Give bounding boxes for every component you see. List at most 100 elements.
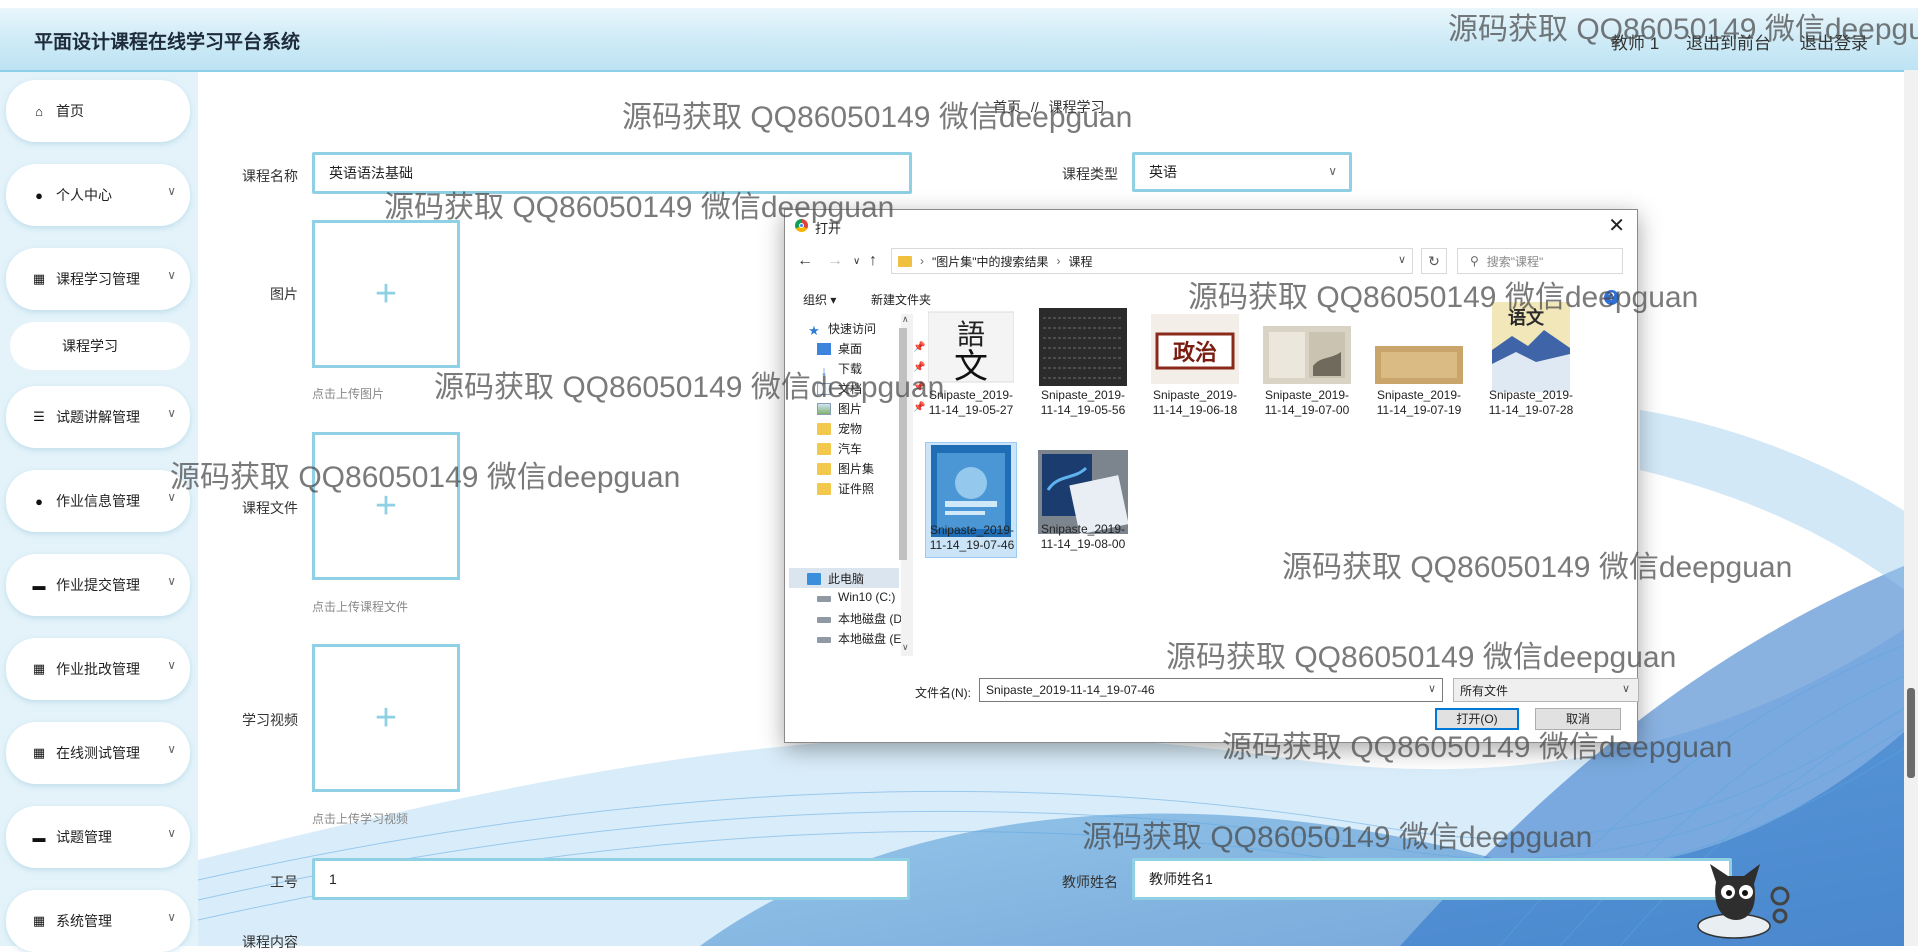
top-header: 平面设计课程在线学习平台系统 教师 1 退出到前台 退出登录 [0,8,1918,72]
nav-folder-pets[interactable]: 宠物 [817,420,862,437]
sidebar-item-personal-center[interactable]: ● 个人中心 ∨ [6,164,190,226]
file-item[interactable]: Snipaste_2019- 11-14_19-05-56 [1037,308,1129,418]
back-to-front-link[interactable]: 退出到前台 [1686,29,1771,54]
image-upload-box[interactable]: + [312,220,460,368]
mascot-cat-icon [1697,864,1790,939]
chevron-down-icon: ∨ [167,574,176,588]
job-no-input[interactable]: 1 [312,858,910,900]
dialog-titlebar: 打开 ✕ [785,210,1637,240]
sidebar-item-label: 作业信息管理 [56,493,140,509]
nav-folder-gallery[interactable]: 图片集 [817,460,874,477]
close-icon[interactable]: ✕ [1608,213,1625,238]
pin-icon: 📌 [913,342,926,353]
sidebar-item-label: 课程学习管理 [56,271,140,287]
nav-pictures[interactable]: 图片 [817,400,862,417]
filename-label: 文件名(N): [915,686,971,700]
file-item[interactable]: 語 文 Snipaste_2019- 11-14_19-05-27 [925,308,1017,418]
nav-this-pc[interactable]: 此电脑 [807,570,864,587]
sidebar-item-label: 作业提交管理 [56,577,140,593]
file-name-line1: Snipaste_2019- [1152,388,1238,402]
sidebar-item-online-test[interactable]: ▦ 在线测试管理 ∨ [6,722,190,784]
file-item[interactable]: Snipaste_2019- 11-14_19-07-00 [1261,308,1353,418]
sidebar-item-homework-submit[interactable]: ▬ 作业提交管理 ∨ [6,554,190,616]
svg-text:语文: 语文 [1508,307,1545,329]
file-name-line1: Snipaste_2019- [1040,522,1126,536]
chevron-down-icon[interactable]: ∨ [1428,682,1436,695]
breadcrumb-home[interactable]: 首页 [993,99,1021,115]
sidebar-item-question-explain[interactable]: ☰ 试题讲解管理 ∨ [6,386,190,448]
sidebar-item-label: 首页 [56,103,84,119]
file-thumbnail: 语文 [1492,302,1570,392]
up-arrow-icon[interactable]: ↑ [869,252,877,270]
nav-drive-c[interactable]: Win10 (C:) [817,590,895,604]
file-name-line2: 11-14_19-08-00 [1040,537,1126,551]
chevron-down-icon: ∨ [167,490,176,504]
file-thumbnail [1039,308,1127,386]
chevron-down-icon: ∨ [167,910,176,924]
recent-dropdown-icon[interactable]: ∨ [853,256,860,267]
sidebar-item-home[interactable]: ⌂ 首页 [6,80,190,142]
file-item[interactable]: 政治 Snipaste_2019- 11-14_19-06-18 [1149,308,1241,418]
navpane-scrollbar[interactable]: ∧ ∨ [899,314,913,656]
grid-icon: ▦ [32,271,46,286]
dialog-title: 打开 [815,221,842,236]
forward-arrow-icon[interactable]: → [827,252,843,270]
dialog-footer: 文件名(N): Snipaste_2019-11-14_19-07-46 ∨ 所… [785,668,1639,738]
nav-folder-cars[interactable]: 汽车 [817,440,862,457]
organize-button[interactable]: 组织 ▾ [803,291,836,308]
job-no-label: 工号 [270,874,298,890]
nav-drive-d[interactable]: 本地磁盘 (D:) [817,610,909,627]
nav-folder-id-photos[interactable]: 证件照 [817,480,874,497]
desktop-icon [817,342,831,355]
course-type-select[interactable]: 英语 ∨ [1132,152,1352,192]
sidebar-item-homework-info[interactable]: ● 作业信息管理 ∨ [6,470,190,532]
video-upload-box[interactable]: + [312,644,460,792]
nav-label: 文档 [838,382,863,396]
grid-icon: ▦ [32,745,46,760]
sidebar-item-homework-grading[interactable]: ▦ 作业批改管理 ∨ [6,638,190,700]
sidebar-item-label: 在线测试管理 [56,745,140,761]
plus-icon: + [374,484,398,527]
nav-desktop[interactable]: 桌面 [817,340,862,357]
scroll-down-icon[interactable]: ∨ [902,642,909,653]
file-item-selected[interactable]: Snipaste_2019- 11-14_19-07-46 [925,442,1017,558]
chevron-down-icon: ∨ [167,184,176,198]
course-name-input[interactable]: 英语语法基础 [312,152,912,194]
nav-downloads[interactable]: ↓ 下载 [817,360,862,378]
filetype-select[interactable]: 所有文件 ∨ [1453,678,1639,702]
file-name-line1: Snipaste_2019- [1040,388,1126,402]
back-arrow-icon[interactable]: ← [797,252,813,270]
file-item[interactable]: Snipaste_2019- 11-14_19-08-00 [1037,442,1129,552]
new-folder-button[interactable]: 新建文件夹 [871,291,931,308]
file-item[interactable]: Snipaste_2019- 11-14_19-07-19 [1373,308,1465,418]
monitor-icon: ▬ [32,577,46,593]
folder-icon [817,482,831,495]
page-scrollbar[interactable] [1904,70,1918,946]
navpane-scrollbar-thumb[interactable] [899,328,907,560]
download-icon: ↓ [820,362,828,378]
breadcrumb: 首页 // 课程学习 [993,97,1105,117]
filename-input[interactable]: Snipaste_2019-11-14_19-07-46 ∨ [979,678,1443,702]
page-scrollbar-thumb[interactable] [1907,688,1915,778]
plus-icon: + [374,696,398,739]
file-item[interactable]: 语文 Snipaste_2019- 11-14_19-07-28 [1485,302,1577,418]
cancel-button[interactable]: 取消 [1535,708,1621,730]
sidebar-item-system[interactable]: ▦ 系统管理 ∨ [6,890,190,952]
nav-quick-access[interactable]: ★ 快速访问 [807,320,876,338]
sidebar-subitem-course-study[interactable]: 课程学习 [10,322,190,370]
scroll-up-icon[interactable]: ∧ [902,314,909,325]
user-icon: ● [35,187,43,203]
pin-icon: 📌 [913,382,926,393]
sidebar-item-question-bank[interactable]: ▬ 试题管理 ∨ [6,806,190,868]
file-thumbnail: 語 文 [928,311,1014,384]
file-name-line1: Snipaste_2019- [1376,388,1462,402]
open-button[interactable]: 打开(O) [1435,708,1519,730]
logout-link[interactable]: 退出登录 [1800,29,1868,54]
sidebar-item-course-management[interactable]: ▦ 课程学习管理 ∨ [6,248,190,310]
nav-drive-e[interactable]: 本地磁盘 (E:) [817,630,909,647]
course-file-upload-box[interactable]: + [312,432,460,580]
filetype-value: 所有文件 [1460,683,1509,698]
teacher-name-input[interactable]: 教师姓名1 [1132,858,1732,900]
nav-label: 汽车 [838,442,863,456]
nav-documents[interactable]: 文档 [817,380,862,397]
